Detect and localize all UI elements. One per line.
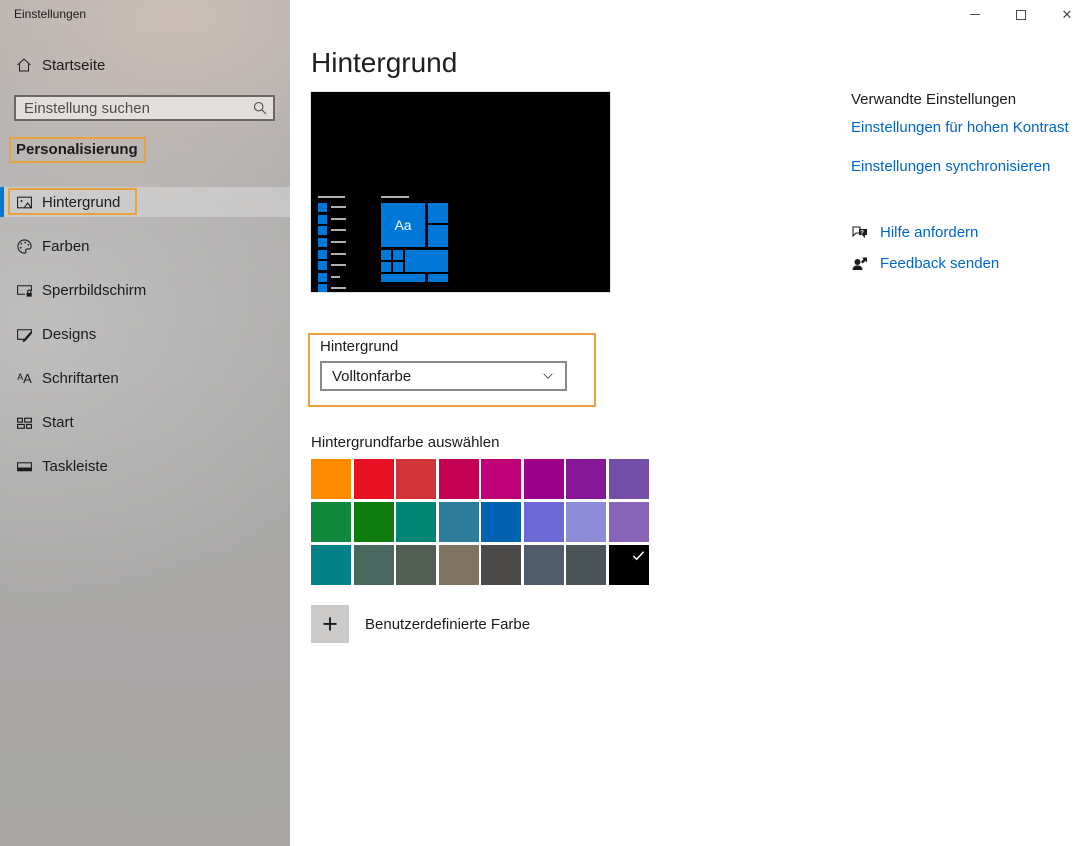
close-button[interactable]: ✕: [1044, 0, 1090, 29]
selected-accent-bar: [0, 187, 4, 217]
sidebar-item-label: Start: [42, 414, 74, 431]
related-settings-header: Verwandte Einstellungen: [851, 91, 1086, 108]
custom-color-button[interactable]: +: [311, 605, 349, 643]
color-swatch[interactable]: [481, 459, 521, 499]
color-grid: [311, 459, 649, 585]
svg-text:?: ?: [860, 229, 864, 236]
minimize-button[interactable]: [952, 0, 998, 29]
window-title: Einstellungen: [14, 7, 86, 21]
themes-icon: [16, 326, 33, 343]
color-swatch[interactable]: [609, 502, 649, 542]
settings-window: Einstellungen Startseite Personalisierun…: [0, 0, 1090, 846]
sidebar-item-designs[interactable]: Designs: [0, 319, 290, 349]
color-swatch[interactable]: [396, 502, 436, 542]
color-swatch[interactable]: [524, 502, 564, 542]
palette-icon: [16, 238, 33, 255]
sidebar-item-schriftarten[interactable]: ᴬA Schriftarten: [0, 363, 290, 393]
related-settings: Verwandte Einstellungen Einstellungen fü…: [851, 91, 1086, 285]
sidebar-item-label: Taskleiste: [42, 458, 108, 475]
help-block: ? Hilfe anfordern Feedback senden: [851, 223, 1086, 272]
main-content: ✕ Hintergrund Aa: [290, 0, 1090, 846]
check-icon: [631, 548, 646, 563]
sidebar-nav: Hintergrund Farben: [0, 187, 290, 495]
annotation-highlight: [8, 188, 137, 215]
color-section-label: Hintergrundfarbe auswählen: [311, 434, 499, 451]
color-swatch[interactable]: [524, 545, 564, 585]
sidebar-item-label: Startseite: [42, 57, 105, 74]
color-swatch[interactable]: [439, 459, 479, 499]
color-swatch[interactable]: [481, 545, 521, 585]
sidebar-item-label: Sperrbildschirm: [42, 282, 146, 299]
sidebar: Einstellungen Startseite Personalisierun…: [0, 0, 290, 846]
sidebar-item-label: Farben: [42, 238, 90, 255]
sidebar-item-taskleiste[interactable]: Taskleiste: [0, 451, 290, 481]
start-tiles-icon: [16, 414, 33, 431]
send-feedback-link[interactable]: Feedback senden: [880, 255, 999, 272]
color-swatch[interactable]: [354, 545, 394, 585]
lock-screen-icon: [16, 282, 33, 299]
search-icon[interactable]: [252, 100, 268, 116]
feedback-row: Feedback senden: [851, 254, 1086, 272]
color-swatch[interactable]: [354, 459, 394, 499]
color-swatch[interactable]: [609, 459, 649, 499]
background-type-dropdown[interactable]: Volltonfarbe: [320, 361, 567, 391]
caption-controls: ✕: [952, 0, 1090, 29]
preview-tiles-line: [381, 196, 409, 198]
color-swatch[interactable]: [311, 459, 351, 499]
sidebar-item-farben[interactable]: Farben: [0, 231, 290, 261]
preview-menu-line: [318, 196, 345, 198]
taskbar-icon: [16, 458, 33, 475]
help-row: ? Hilfe anfordern: [851, 223, 1086, 241]
background-dropdown-label: Hintergrund: [320, 338, 398, 355]
color-swatch[interactable]: [481, 502, 521, 542]
custom-color-label: Benutzerdefinierte Farbe: [365, 616, 530, 633]
color-swatch[interactable]: [311, 545, 351, 585]
feedback-person-icon: [851, 254, 869, 272]
search-box: [14, 95, 275, 121]
dropdown-value: Volltonfarbe: [332, 368, 411, 385]
color-swatch[interactable]: [566, 545, 606, 585]
high-contrast-link[interactable]: Einstellungen für hohen Kontrast: [851, 119, 1069, 136]
sidebar-item-hintergrund[interactable]: Hintergrund: [0, 187, 290, 217]
color-swatch[interactable]: [439, 502, 479, 542]
annotation-highlight: Hintergrund Volltonfarbe: [308, 333, 596, 407]
sidebar-item-sperrbildschirm[interactable]: Sperrbildschirm: [0, 275, 290, 305]
sidebar-section-header: Personalisierung: [9, 137, 146, 163]
minimize-icon: [970, 14, 980, 15]
fonts-icon: ᴬA: [16, 370, 33, 387]
sidebar-item-label: Designs: [42, 326, 96, 343]
sidebar-item-start[interactable]: Start: [0, 407, 290, 437]
get-help-link[interactable]: Hilfe anfordern: [880, 224, 978, 241]
preview-aa-tile: Aa: [381, 203, 425, 247]
color-swatch[interactable]: [566, 502, 606, 542]
color-swatch[interactable]: [396, 459, 436, 499]
sync-settings-link[interactable]: Einstellungen synchronisieren: [851, 158, 1050, 175]
color-swatch[interactable]: [311, 502, 351, 542]
color-swatch[interactable]: [439, 545, 479, 585]
search-input[interactable]: [14, 95, 275, 121]
close-icon: ✕: [1062, 8, 1073, 21]
sidebar-item-home[interactable]: Startseite: [0, 50, 290, 80]
color-swatch[interactable]: [354, 502, 394, 542]
page-title: Hintergrund: [311, 47, 457, 79]
maximize-button[interactable]: [998, 0, 1044, 29]
chevron-down-icon: [541, 369, 555, 383]
color-swatch[interactable]: [566, 459, 606, 499]
color-swatch-selected[interactable]: [609, 545, 649, 585]
background-preview: Aa: [311, 92, 610, 292]
plus-icon: +: [322, 611, 338, 638]
help-chat-icon: ?: [851, 223, 869, 241]
sidebar-item-label: Schriftarten: [42, 370, 119, 387]
maximize-icon: [1016, 10, 1026, 20]
custom-color-row: + Benutzerdefinierte Farbe: [311, 605, 530, 643]
home-icon: [16, 57, 32, 73]
color-swatch[interactable]: [524, 459, 564, 499]
color-swatch[interactable]: [396, 545, 436, 585]
